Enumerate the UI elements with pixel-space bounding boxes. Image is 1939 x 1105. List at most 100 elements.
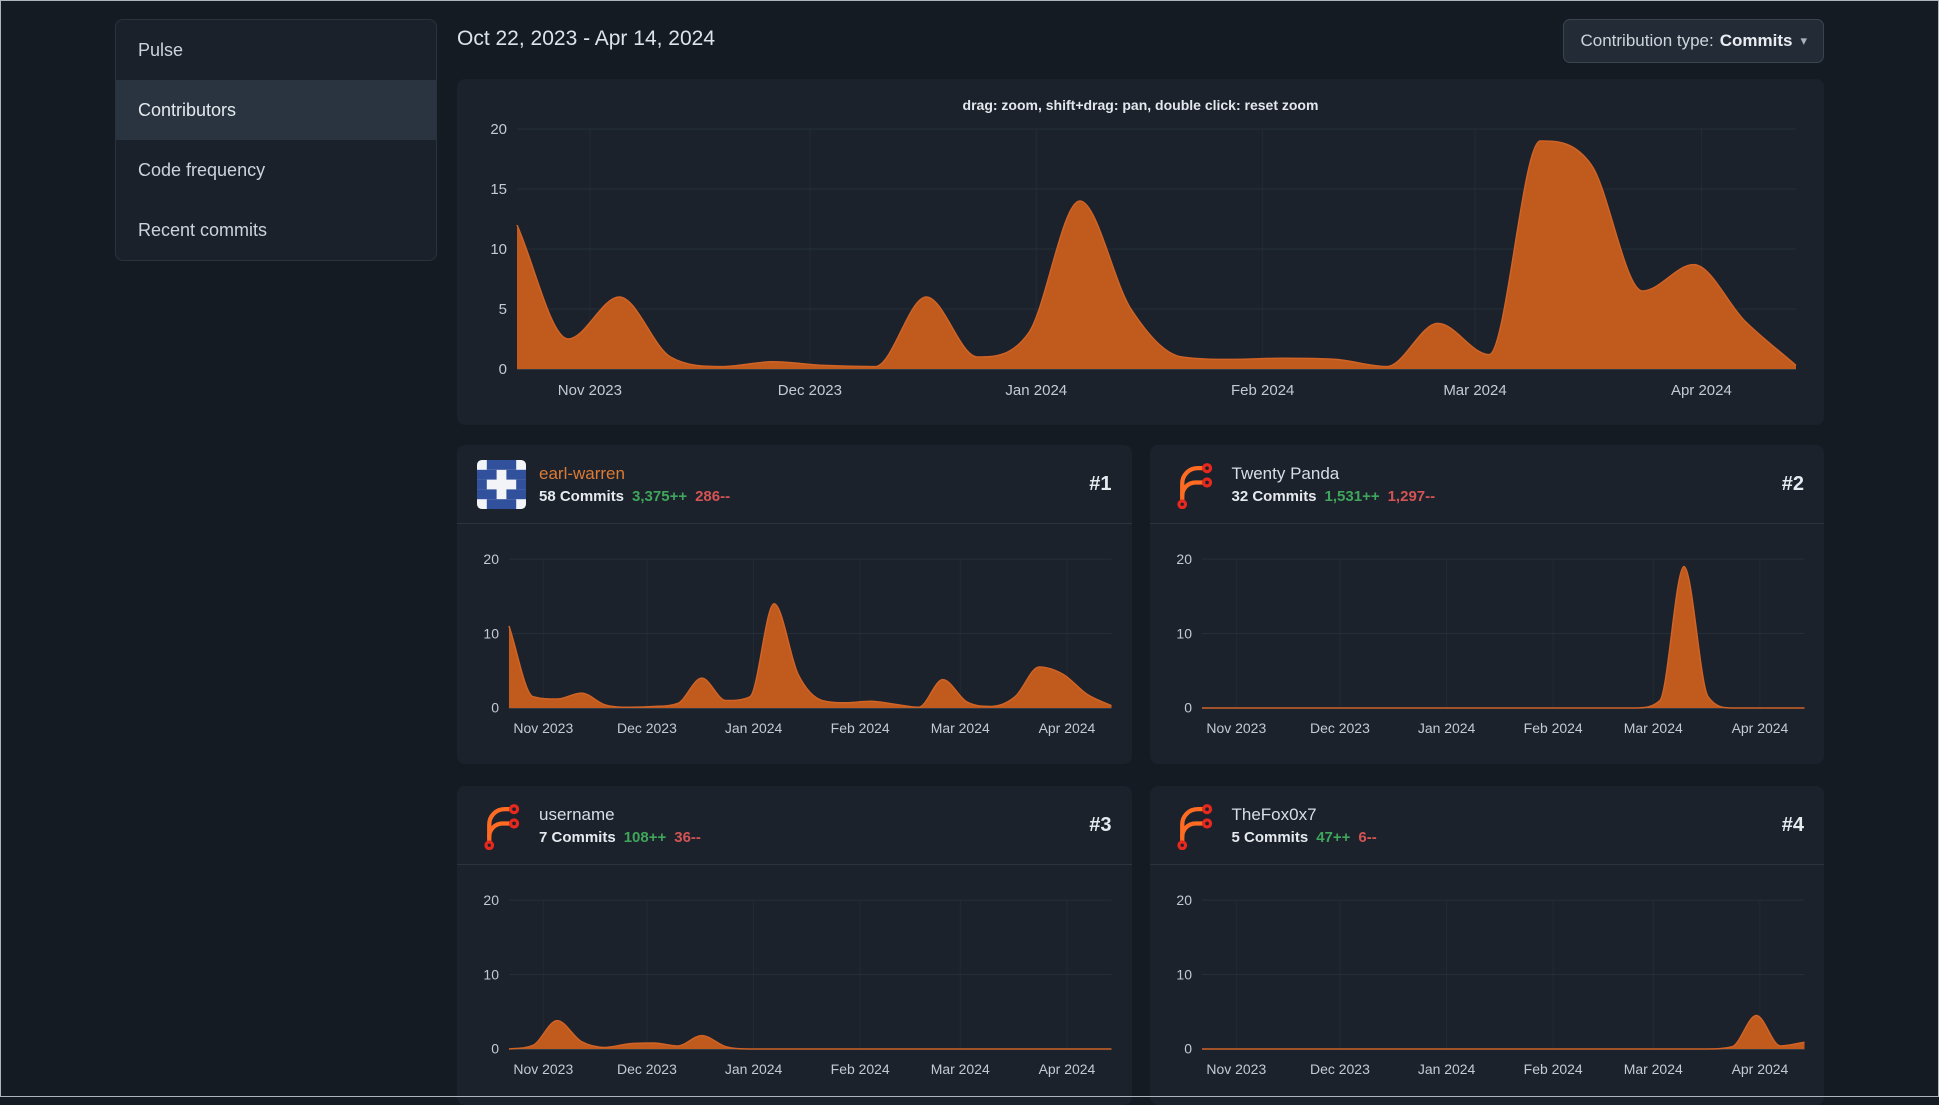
contributor-card-header: Twenty Panda 32 Commits 1,531++ 1,297-- …	[1149, 445, 1824, 524]
sidebar-item-label: Pulse	[138, 39, 184, 60]
svg-text:Mar 2024: Mar 2024	[931, 720, 990, 736]
additions-count: 3,375++	[632, 487, 688, 505]
svg-text:Nov 2023: Nov 2023	[1206, 1061, 1266, 1077]
svg-text:10: 10	[1176, 966, 1192, 982]
contributor-card-2: Twenty Panda 32 Commits 1,531++ 1,297-- …	[1149, 445, 1825, 764]
svg-text:Apr 2024: Apr 2024	[1731, 720, 1788, 736]
contributor-stats: 58 Commits 3,375++ 286--	[539, 488, 730, 505]
contributor-rank: #4	[1781, 813, 1804, 836]
contributor-stats: 5 Commits 47++ 6--	[1232, 829, 1377, 846]
svg-text:Jan 2024: Jan 2024	[1417, 1061, 1475, 1077]
contributor-activity-chart[interactable]: Nov 2023 Dec 2023 Jan 2024 Feb 2024 Mar 2024…	[457, 865, 1132, 1105]
svg-text:Dec 2023: Dec 2023	[1310, 1061, 1370, 1077]
deletions-count: 1,297--	[1387, 487, 1436, 505]
deletions-count: 286--	[695, 487, 731, 505]
svg-text:5: 5	[499, 301, 507, 318]
svg-text:Dec 2023: Dec 2023	[617, 1061, 677, 1077]
forgejo-logo-avatar	[484, 803, 520, 850]
contribution-type-label: Contribution type:	[1580, 31, 1714, 50]
deletions-count: 36--	[674, 828, 701, 846]
svg-text:Dec 2023: Dec 2023	[617, 720, 677, 736]
date-range-title: Oct 22, 2023 - Apr 14, 2024	[457, 27, 716, 50]
sidebar-item-pulse[interactable]: Pulse	[116, 20, 436, 80]
svg-text:10: 10	[483, 625, 499, 641]
svg-text:Jan 2024: Jan 2024	[725, 1061, 783, 1077]
svg-text:0: 0	[499, 361, 507, 378]
svg-text:15: 15	[490, 181, 507, 198]
chart-zoom-hint: drag: zoom, shift+drag: pan, double clic…	[962, 97, 1319, 113]
contributor-stats: 7 Commits 108++ 36--	[539, 829, 701, 846]
commit-count: 58 Commits	[539, 487, 625, 505]
svg-text:Mar 2024: Mar 2024	[1623, 720, 1682, 736]
contributor-info: Twenty Panda 32 Commits 1,531++ 1,297--	[1232, 463, 1436, 504]
contribution-type-dropdown[interactable]: Contribution type: Commits ▾	[1563, 19, 1824, 63]
main-content: Oct 22, 2023 - Apr 14, 2024 Contribution…	[457, 19, 1824, 1105]
svg-text:10: 10	[483, 966, 499, 982]
svg-text:20: 20	[483, 551, 499, 567]
sidebar-item-recent-commits[interactable]: Recent commits	[116, 200, 436, 260]
contributor-activity-chart[interactable]: Nov 2023 Dec 2023 Jan 2024 Feb 2024 Mar 2024…	[1150, 524, 1825, 764]
contributor-cards-grid: earl-warren 58 Commits 3,375++ 286-- #1 …	[457, 445, 1824, 1105]
identicon-avatar[interactable]	[477, 459, 526, 509]
svg-text:Apr 2024: Apr 2024	[1039, 720, 1096, 736]
svg-text:20: 20	[483, 892, 499, 908]
svg-text:0: 0	[491, 700, 499, 716]
chevron-down-icon: ▾	[1800, 33, 1807, 48]
contributor-card-header: TheFox0x7 5 Commits 47++ 6-- #4	[1149, 786, 1824, 865]
contributor-rank: #3	[1089, 813, 1112, 836]
activity-sidebar: Pulse Contributors Code frequency Recent…	[115, 19, 437, 261]
svg-text:Nov 2023: Nov 2023	[513, 720, 573, 736]
svg-text:Nov 2023: Nov 2023	[513, 1061, 573, 1077]
contributor-card-header: earl-warren 58 Commits 3,375++ 286-- #1	[457, 445, 1132, 524]
contributor-activity-chart[interactable]: Nov 2023 Dec 2023 Jan 2024 Feb 2024 Mar 2024…	[457, 524, 1132, 764]
overall-commits-chart[interactable]: Nov 2023 Dec 2023 Jan 2024 Feb 2024 Mar 2024…	[477, 115, 1804, 415]
commit-count: 7 Commits	[539, 828, 616, 846]
contributors-page: Pulse Contributors Code frequency Recent…	[0, 0, 1939, 1105]
sidebar-item-label: Recent commits	[138, 219, 268, 240]
svg-text:Mar 2024: Mar 2024	[1623, 1061, 1682, 1077]
svg-text:Mar 2024: Mar 2024	[1443, 382, 1506, 399]
contributor-name: TheFox0x7	[1231, 805, 1317, 825]
contributor-info: username 7 Commits 108++ 36--	[539, 804, 701, 845]
contributor-stats: 32 Commits 1,531++ 1,297--	[1232, 488, 1436, 505]
svg-text:Feb 2024: Feb 2024	[831, 720, 890, 736]
svg-text:10: 10	[1176, 625, 1192, 641]
svg-text:Jan 2024: Jan 2024	[1005, 382, 1067, 399]
svg-text:Feb 2024: Feb 2024	[1523, 720, 1582, 736]
contributor-card-1: earl-warren 58 Commits 3,375++ 286-- #1 …	[457, 445, 1132, 764]
svg-text:Dec 2023: Dec 2023	[778, 382, 842, 399]
svg-text:Mar 2024: Mar 2024	[931, 1061, 990, 1077]
contribution-type-value: Commits	[1719, 31, 1793, 50]
commit-count: 5 Commits	[1231, 828, 1309, 846]
svg-text:Apr 2024: Apr 2024	[1731, 1061, 1788, 1077]
svg-text:Jan 2024: Jan 2024	[1417, 720, 1475, 736]
svg-text:Feb 2024: Feb 2024	[1231, 382, 1294, 399]
sidebar-item-label: Code frequency	[138, 159, 266, 180]
contributor-activity-chart[interactable]: Nov 2023 Dec 2023 Jan 2024 Feb 2024 Mar 2024…	[1150, 865, 1825, 1105]
svg-text:20: 20	[1176, 551, 1192, 567]
svg-text:0: 0	[1184, 700, 1192, 716]
commit-count: 32 Commits	[1231, 487, 1317, 505]
sidebar-item-label: Contributors	[138, 99, 237, 120]
contributor-rank: #2	[1781, 472, 1804, 495]
contributor-card-header: username 7 Commits 108++ 36-- #3	[457, 786, 1132, 865]
additions-count: 108++	[623, 828, 667, 846]
content-header: Oct 22, 2023 - Apr 14, 2024 Contribution…	[457, 19, 1824, 63]
svg-text:Apr 2024: Apr 2024	[1671, 382, 1732, 399]
svg-text:Feb 2024: Feb 2024	[831, 1061, 890, 1077]
overall-commits-panel: drag: zoom, shift+drag: pan, double clic…	[457, 79, 1824, 425]
contributor-name[interactable]: earl-warren	[539, 463, 730, 484]
contributor-info: TheFox0x7 5 Commits 47++ 6--	[1232, 804, 1377, 845]
sidebar-item-contributors[interactable]: Contributors	[116, 80, 436, 140]
svg-text:0: 0	[491, 1041, 499, 1057]
svg-text:Jan 2024: Jan 2024	[725, 720, 783, 736]
forgejo-logo-avatar	[1176, 462, 1212, 509]
sidebar-item-code-frequency[interactable]: Code frequency	[116, 140, 436, 200]
svg-text:10: 10	[490, 241, 507, 258]
svg-text:Nov 2023: Nov 2023	[1206, 720, 1266, 736]
contributor-card-4: TheFox0x7 5 Commits 47++ 6-- #4 Nov 2023…	[1149, 786, 1825, 1105]
svg-text:Feb 2024: Feb 2024	[1523, 1061, 1582, 1077]
forgejo-logo-avatar	[1176, 803, 1212, 850]
contributor-name: username	[539, 805, 615, 825]
additions-count: 47++	[1316, 828, 1351, 846]
